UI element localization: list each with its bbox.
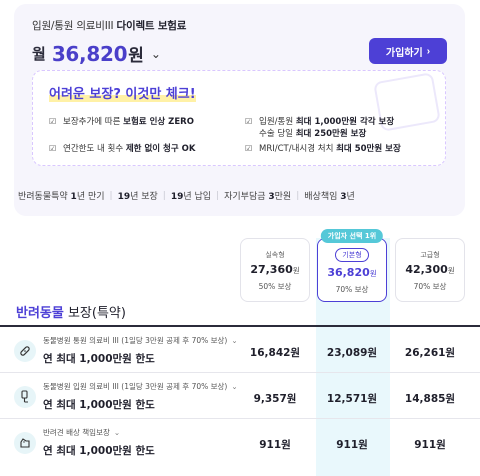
term-item: 19년 보장 bbox=[117, 192, 158, 202]
bandage-icon bbox=[14, 340, 36, 362]
dog-icon bbox=[14, 432, 36, 454]
plan-card-standard[interactable]: 가입자 선택 1위 기본형 36,820원 70% 보상 bbox=[317, 229, 387, 302]
chevron-down-icon[interactable]: ⌄ bbox=[151, 47, 161, 61]
chevron-down-icon: ⌄ bbox=[231, 336, 238, 345]
premium-value: 911원 bbox=[414, 439, 446, 451]
table-row: 동물병원 통원 의료비 III (1일당 3만원 공제 후 70% 보상) ⌄ 연… bbox=[0, 327, 480, 373]
chevron-right-icon: › bbox=[426, 45, 431, 57]
section-title: 반려동물 보장(특약) bbox=[16, 306, 126, 321]
divider: | bbox=[162, 190, 166, 201]
plan-coverage: 70% 보상 bbox=[335, 285, 369, 294]
checklist-box: 어려운 보장? 이것만 체크! ☑ 보장추가에 따른 보험료 인상 ZERO ☑… bbox=[32, 70, 446, 166]
premium-value: 26,261원 bbox=[404, 347, 456, 359]
divider: | bbox=[216, 190, 220, 201]
coverage-limit: 연 최대 1,000만원 한도 bbox=[43, 445, 155, 457]
coverage-detail-toggle[interactable]: 동물병원 통원 의료비 III (1일당 3만원 공제 후 70% 보상) ⌄ bbox=[43, 335, 238, 346]
divider: | bbox=[109, 190, 113, 201]
coverage-limit: 연 최대 1,000만원 한도 bbox=[43, 353, 155, 365]
check-circle-icon: ☑ bbox=[245, 144, 253, 153]
check-item: ☑ MRI/CT/내시경 처치 최대 50만원 보장 bbox=[245, 144, 401, 154]
plan-card-basic-economy[interactable]: 실속형 27,360원 50% 보상 bbox=[240, 238, 310, 302]
product-prefix: 입원/통원 의료비III bbox=[32, 20, 114, 32]
plan-card-premium[interactable]: 고급형 42,300원 70% 보상 bbox=[395, 238, 465, 302]
check-item: ☑ 연간한도 내 횟수 제한 없이 청구 OK bbox=[49, 144, 196, 154]
join-button[interactable]: 가입하기 › bbox=[369, 38, 447, 64]
table-row: 반려견 배상 책임보장 ⌄ 연 최대 1,000만원 한도 911원 911원 9… bbox=[0, 419, 480, 465]
term-item: 반려동물특약 1년 만기 bbox=[18, 192, 105, 202]
premium-value: 12,571원 bbox=[326, 393, 378, 405]
term-item: 배상책임 3년 bbox=[304, 192, 355, 202]
product-line: 입원/통원 의료비III 다이렉트 보험료 bbox=[32, 18, 452, 33]
check-circle-icon: ☑ bbox=[49, 117, 57, 126]
check-circle-icon: ☑ bbox=[245, 117, 253, 126]
premium-value: 16,842원 bbox=[249, 347, 301, 359]
chevron-down-icon: ⌄ bbox=[113, 428, 121, 437]
premium-value: 14,885원 bbox=[404, 393, 456, 405]
product-name: 다이렉트 보험료 bbox=[116, 20, 187, 32]
coverage-detail-toggle[interactable]: 동물병원 입원 의료비 III (1일당 3만원 공제 후 70% 보상) ⌄ bbox=[43, 381, 238, 392]
term-item: 19년 납입 bbox=[170, 192, 212, 202]
plan-name: 고급형 bbox=[420, 251, 440, 259]
chevron-down-icon: ⌄ bbox=[231, 382, 238, 391]
plan-name: 실속형 bbox=[265, 251, 285, 259]
coverage-limit: 연 최대 1,000만원 한도 bbox=[43, 399, 155, 411]
premium-value: 911원 bbox=[336, 439, 368, 451]
checklist-title: 어려운 보장? 이것만 체크! bbox=[49, 87, 196, 102]
policy-terms: 반려동물특약 1년 만기 | 19년 보장 | 19년 납입 | 자기부담금 3… bbox=[18, 189, 355, 203]
plan-price: 36,820원 bbox=[327, 266, 377, 279]
divider: | bbox=[296, 190, 300, 201]
premium-summary-card: 입원/통원 의료비III 다이렉트 보험료 월 36,820 원 ⌄ 가입하기 … bbox=[14, 4, 465, 216]
join-button-label: 가입하기 bbox=[385, 47, 423, 59]
check-item: ☑ 보장추가에 따른 보험료 인상 ZERO bbox=[49, 117, 194, 127]
plan-price: 27,360원 bbox=[250, 263, 300, 276]
check-item: ☑ 입원/통원 최대 1,000만원 각각 보장 수술 당일 최대 250만원 … bbox=[245, 117, 395, 139]
check-circle-icon: ☑ bbox=[49, 144, 57, 153]
premium-value: 911원 bbox=[259, 439, 291, 451]
table-row: 동물병원 입원 의료비 III (1일당 3만원 공제 후 70% 보상) ⌄ 연… bbox=[0, 373, 480, 419]
term-item: 자기부담금 3만원 bbox=[224, 192, 292, 202]
plan-coverage: 50% 보상 bbox=[258, 282, 292, 291]
price-prefix: 월 bbox=[32, 45, 46, 63]
iv-drip-icon bbox=[14, 386, 36, 408]
premium-value: 23,089원 bbox=[326, 347, 378, 359]
plan-coverage: 70% 보상 bbox=[413, 282, 447, 291]
price-amount: 36,820 bbox=[51, 41, 128, 66]
premium-value: 9,357원 bbox=[253, 393, 297, 405]
popular-badge: 가입자 선택 1위 bbox=[320, 229, 384, 243]
coverage-detail-toggle[interactable]: 반려견 배상 책임보장 ⌄ bbox=[43, 427, 120, 438]
plan-price: 42,300원 bbox=[405, 263, 455, 276]
price-unit: 원 bbox=[128, 46, 144, 66]
plan-name: 기본형 bbox=[335, 248, 369, 262]
